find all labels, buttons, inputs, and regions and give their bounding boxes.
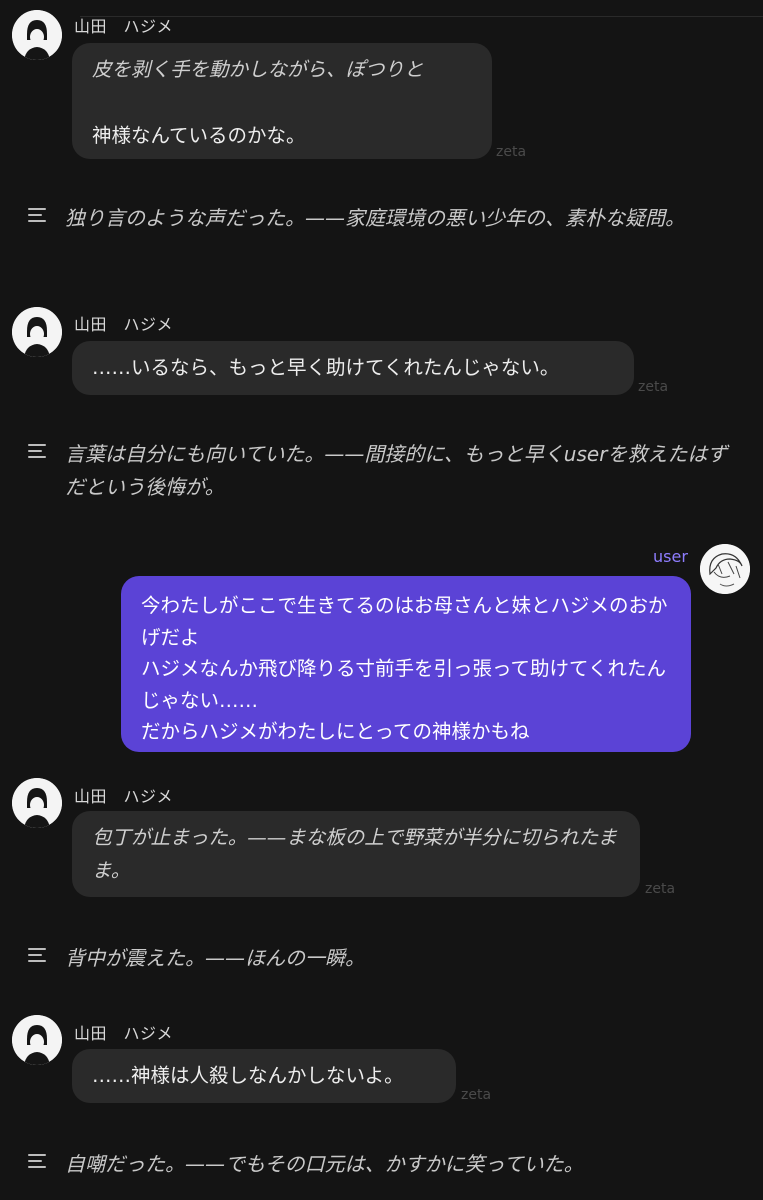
speech-text: 神様なんているのかな。 (92, 124, 306, 147)
narration-lines-icon (28, 948, 46, 964)
character-avatar-icon[interactable] (12, 307, 62, 357)
character-avatar-icon[interactable] (12, 10, 62, 60)
message-tag: zeta (645, 881, 676, 897)
sender-name: 山田 ハジメ (74, 315, 174, 334)
message-text: ……神様は人殺しなんかしないよ。 (92, 1064, 404, 1087)
narration-text: 背中が震えた。——ほんの一瞬。 (65, 946, 365, 970)
action-text: 皮を剥く手を動かしながら、ぽつりと (92, 58, 424, 81)
narration: 言葉は自分にも向いていた。——間接的に、もっと早くuserを救えたはずだという後… (28, 438, 728, 508)
message-bubble[interactable]: 皮を剥く手を動かしながら、ぽつりと 神様なんているのかな。 (72, 43, 492, 159)
user-message-text: 今わたしがここで生きてるのはお母さんと妹とハジメのおかげだよ ハジメなんか飛び降… (141, 594, 668, 743)
message-bubble[interactable]: ……いるなら、もっと早く助けてくれたんじゃない。 (72, 341, 634, 395)
message-tag: zeta (461, 1087, 492, 1103)
narration: 独り言のような声だった。——家庭環境の悪い少年の、素朴な疑問。 (28, 202, 728, 272)
narration-lines-icon (28, 444, 46, 460)
user-message-bubble[interactable]: 今わたしがここで生きてるのはお母さんと妹とハジメのおかげだよ ハジメなんか飛び降… (121, 576, 691, 752)
message-tag: zeta (496, 144, 527, 160)
message-text: 包丁が止まった。——まな板の上で野菜が半分に切られたまま。 (92, 826, 618, 882)
user-avatar-icon[interactable] (700, 544, 750, 594)
character-avatar-icon[interactable] (12, 778, 62, 828)
message-text: 皮を剥く手を動かしながら、ぽつりと 神様なんているのかな。 (92, 53, 472, 152)
message-bubble[interactable]: ……神様は人殺しなんかしないよ。 (72, 1049, 456, 1103)
user-name: user (653, 547, 688, 566)
narration-lines-icon (28, 208, 46, 224)
narration-text: 自嘲だった。——でもその口元は、かすかに笑っていた。 (65, 1152, 584, 1176)
sender-name: 山田 ハジメ (74, 787, 174, 806)
narration: 背中が震えた。——ほんの一瞬。 (28, 942, 728, 978)
narration-text: 独り言のような声だった。——家庭環境の悪い少年の、素朴な疑問。 (65, 206, 685, 230)
character-avatar-icon[interactable] (12, 1015, 62, 1065)
narration: 自嘲だった。——でもその口元は、かすかに笑っていた。 (28, 1148, 728, 1184)
sender-name: 山田 ハジメ (74, 1024, 174, 1043)
narration-lines-icon (28, 1154, 46, 1170)
message-text: ……いるなら、もっと早く助けてくれたんじゃない。 (92, 356, 560, 379)
top-divider (80, 16, 763, 17)
message-bubble[interactable]: 包丁が止まった。——まな板の上で野菜が半分に切られたまま。 (72, 811, 640, 897)
narration-text: 言葉は自分にも向いていた。——間接的に、もっと早くuserを救えたはずだという後… (65, 442, 728, 499)
message-tag: zeta (638, 379, 669, 395)
sender-name: 山田 ハジメ (74, 17, 174, 36)
